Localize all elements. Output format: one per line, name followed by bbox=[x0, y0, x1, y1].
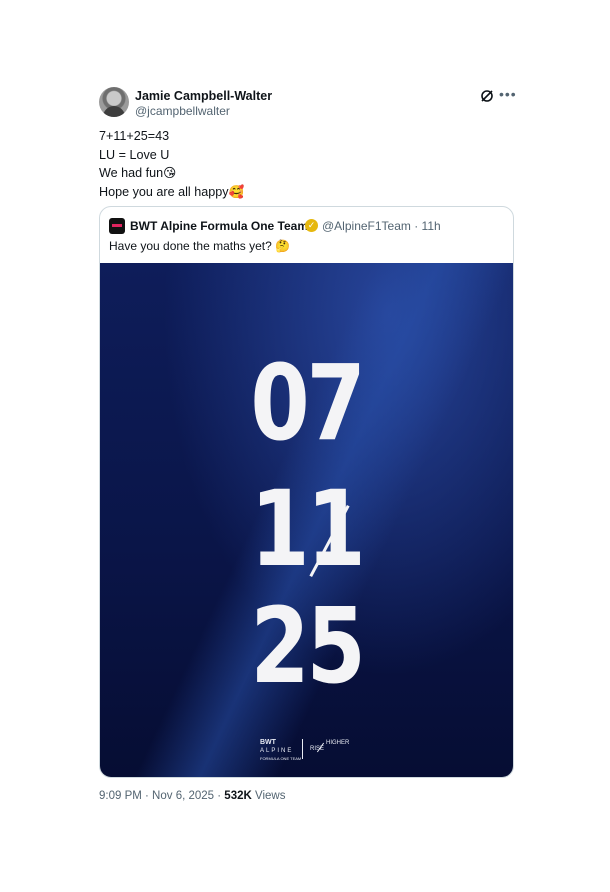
tweet-line: 7+11+25=43 bbox=[99, 129, 170, 143]
quoted-handle-time[interactable]: @AlpineF1Team · 11h bbox=[322, 219, 441, 233]
brand-divider bbox=[302, 739, 303, 759]
views-label: Views bbox=[251, 790, 286, 802]
author-handle[interactable]: @jcampbellwalter bbox=[135, 104, 230, 118]
tweet-line: We had fun😘 bbox=[99, 166, 177, 180]
tweet-footer: 9:09 PM · Nov 6, 2025 · 532K Views bbox=[99, 790, 285, 802]
quoted-tweet[interactable]: BWT Alpine Formula One Team ✓ @AlpineF1T… bbox=[99, 206, 514, 778]
slogan-higher: HIGHER bbox=[326, 740, 350, 746]
tweet-line: Hope you are all happy🥰 bbox=[99, 184, 245, 199]
quoted-avatar[interactable] bbox=[109, 218, 125, 234]
tweet-header: Jamie Campbell-Walter @jcampbellwalter •… bbox=[99, 86, 519, 120]
media-number: 11 bbox=[250, 468, 365, 590]
more-icon[interactable]: ••• bbox=[499, 86, 517, 102]
tweet-card: Jamie Campbell-Walter @jcampbellwalter •… bbox=[0, 0, 610, 892]
author-name[interactable]: Jamie Campbell-Walter bbox=[135, 89, 272, 103]
quoted-author-name[interactable]: BWT Alpine Formula One Team bbox=[130, 219, 308, 233]
brand-sub: FORMULA ONE TEAM bbox=[260, 756, 302, 761]
tweet-line: LU = Love U bbox=[99, 147, 170, 162]
brand-main: ALPINE bbox=[260, 748, 294, 754]
quoted-text: Have you done the maths yet? 🤔 bbox=[109, 239, 291, 253]
quoted-media-image[interactable]: 07 11 25 BWT ALPINE FORMULA ONE TEAM RIS… bbox=[100, 263, 513, 777]
timestamp[interactable]: 9:09 PM · Nov 6, 2025 · bbox=[99, 790, 224, 802]
grok-icon[interactable] bbox=[479, 88, 495, 104]
media-number: 25 bbox=[250, 585, 365, 707]
brand-top: BWT bbox=[260, 739, 276, 746]
media-number: 07 bbox=[250, 342, 365, 464]
author-avatar[interactable] bbox=[99, 87, 129, 117]
tweet-text: 7+11+25=43 LU = Love U We had fun😘 Hope … bbox=[99, 127, 244, 201]
views-count[interactable]: 532K bbox=[224, 790, 252, 802]
verified-badge-icon: ✓ bbox=[305, 219, 318, 232]
